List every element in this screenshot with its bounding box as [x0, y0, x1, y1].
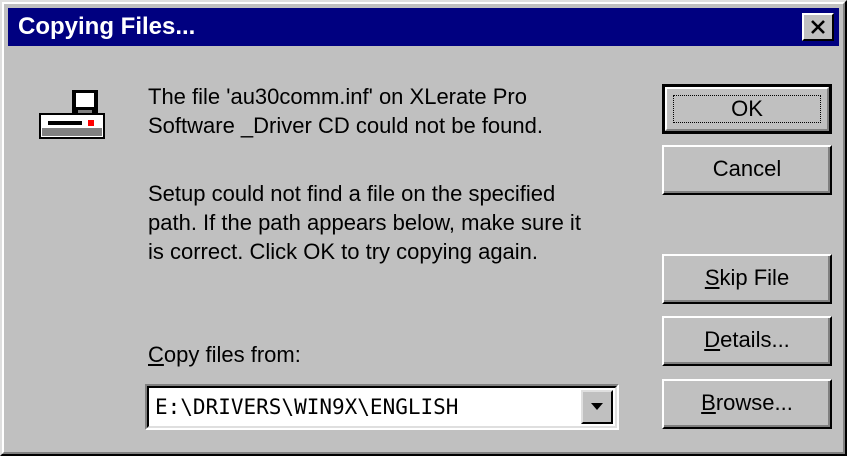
- error-message: The file 'au30comm.inf' on XLerate Pro S…: [148, 82, 628, 140]
- browse-button[interactable]: Browse...: [662, 379, 832, 429]
- label-rest: rowse...: [715, 390, 793, 415]
- cancel-label: Cancel: [712, 156, 782, 181]
- ok-button[interactable]: OK: [662, 84, 832, 134]
- instruction-message: Setup could not find a file on the speci…: [148, 179, 628, 266]
- window-title: Copying Files...: [18, 13, 196, 40]
- skip-file-label: Skip File: [705, 265, 789, 290]
- browse-label: Browse...: [701, 390, 793, 415]
- hotkey: B: [701, 390, 716, 415]
- copying-files-dialog: Copying Files... The file 'au30comm.inf'…: [0, 0, 847, 456]
- copy-files-from-combobox[interactable]: E:\DRIVERS\WIN9X\ENGLISH: [145, 384, 619, 430]
- title-bar[interactable]: Copying Files...: [8, 8, 839, 46]
- copy-files-from-label: Copy files from:: [148, 342, 301, 368]
- floppy-disk-drive-icon: [39, 90, 105, 139]
- message-line: The file 'au30comm.inf' on XLerate Pro: [148, 84, 527, 109]
- label-rest: etails...: [720, 327, 790, 352]
- hotkey: D: [704, 327, 721, 352]
- hotkey: S: [704, 265, 720, 290]
- cancel-button[interactable]: Cancel: [662, 145, 832, 195]
- label-rest: kip File: [719, 265, 790, 290]
- dropdown-button[interactable]: [581, 390, 613, 424]
- chevron-down-icon: [591, 403, 603, 410]
- close-button[interactable]: [802, 13, 834, 41]
- ok-label: OK: [731, 96, 763, 121]
- close-icon: [811, 20, 825, 34]
- skip-file-button[interactable]: Skip File: [662, 254, 832, 304]
- details-label: Details...: [704, 327, 790, 352]
- message-line: Setup could not find a file on the speci…: [148, 181, 556, 206]
- path-value[interactable]: E:\DRIVERS\WIN9X\ENGLISH: [155, 395, 458, 419]
- message-line: Software _Driver CD could not be found.: [148, 113, 543, 138]
- label-hotkey: C: [148, 342, 164, 367]
- details-button[interactable]: Details...: [662, 316, 832, 366]
- label-text: opy files from:: [163, 342, 301, 367]
- message-line: is correct. Click OK to try copying agai…: [148, 239, 539, 264]
- message-line: path. If the path appears below, make su…: [148, 210, 581, 235]
